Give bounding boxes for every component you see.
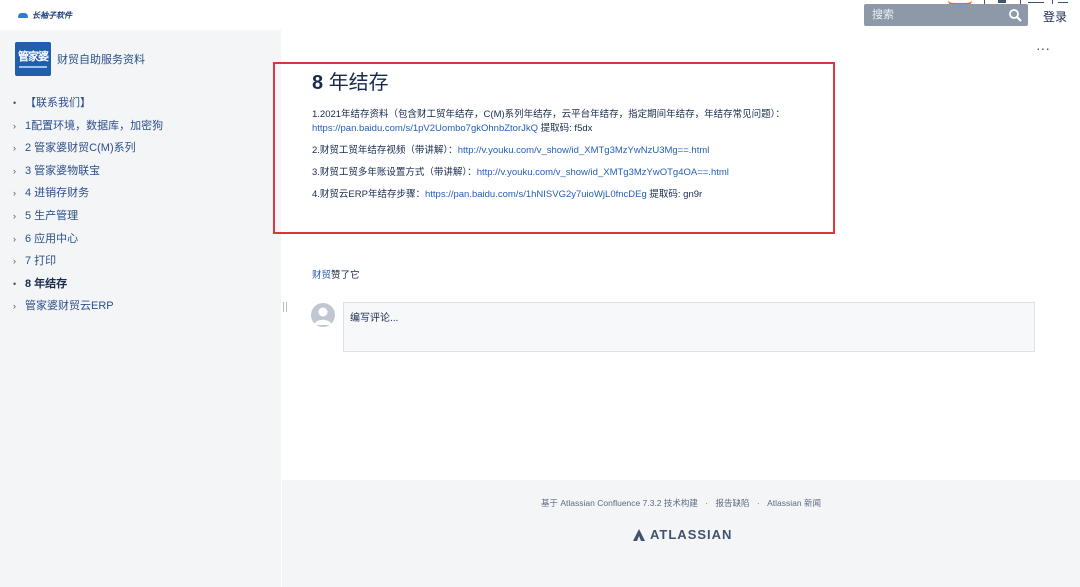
powered-by-link[interactable]: 基于 Atlassian Confluence 7.3.2 技术构建 bbox=[541, 498, 698, 508]
likes-text: 赞了它 bbox=[331, 270, 360, 281]
sidebar-item-label: 1配置环境，数据库，加密狗 bbox=[25, 119, 164, 132]
sidebar-item-production[interactable]: › 5 生产管理 bbox=[13, 205, 163, 228]
space-logo-underline bbox=[19, 65, 47, 68]
comment-input[interactable]: 编写评论... bbox=[343, 302, 1035, 352]
bullet-icon: • bbox=[13, 278, 17, 289]
brand-text: 长袖子软件 bbox=[32, 11, 72, 20]
content-link[interactable]: https://pan.baidu.com/s/1hNISVG2y7uioWjL… bbox=[425, 189, 647, 200]
content-link[interactable]: http://v.youku.com/v_show/id_XMTg3MzYwOT… bbox=[477, 167, 729, 178]
search-box[interactable] bbox=[864, 4, 1028, 26]
sidebar-item-label: 7 打印 bbox=[25, 255, 57, 268]
sidebar-item-iot[interactable]: › 3 管家婆物联宝 bbox=[13, 160, 163, 183]
chevron-right-icon[interactable]: › bbox=[13, 160, 25, 183]
sidebar-item-config[interactable]: › 1配置环境，数据库，加密狗 bbox=[13, 115, 163, 138]
sidebar-item-label: 6 应用中心 bbox=[25, 232, 79, 245]
chevron-right-icon[interactable]: › bbox=[13, 228, 25, 251]
sidebar-item-print[interactable]: › 7 打印 bbox=[13, 250, 163, 273]
footer-links: 基于 Atlassian Confluence 7.3.2 技术构建 · 报告缺… bbox=[282, 497, 1080, 509]
chevron-right-icon[interactable]: › bbox=[13, 182, 25, 205]
page-title-text: 年结存 bbox=[328, 72, 389, 94]
sidebar-item-label: 3 管家婆物联宝 bbox=[25, 164, 101, 177]
likes-user-link[interactable]: 财贸 bbox=[312, 270, 331, 281]
sidebar-item-inventory-finance[interactable]: › 4 进销存财务 bbox=[13, 182, 163, 205]
more-actions-button[interactable]: ··· bbox=[1036, 40, 1050, 56]
sidebar-item-cm-series[interactable]: › 2 管家婆财贸C(M)系列 bbox=[13, 137, 163, 160]
chevron-right-icon[interactable]: › bbox=[13, 295, 25, 318]
content-link[interactable]: http://v.youku.com/v_show/id_XMTg3MzYwNz… bbox=[458, 145, 710, 156]
content-paragraph: 2.财贸工贸年结存视频（带讲解）：http://v.youku.com/v_sh… bbox=[312, 145, 710, 156]
login-link[interactable]: 登录 bbox=[1043, 8, 1067, 25]
sidebar-item-label: 4 进销存财务 bbox=[25, 187, 90, 200]
chevron-right-icon[interactable]: › bbox=[13, 115, 25, 138]
sidebar-item-contact[interactable]: • 【联系我们】 bbox=[13, 92, 163, 115]
chevron-right-icon[interactable]: › bbox=[13, 137, 25, 160]
likes-line: 财贸赞了它 bbox=[312, 267, 360, 281]
search-input[interactable] bbox=[864, 4, 1004, 26]
sidebar-item-label: 5 生产管理 bbox=[25, 209, 79, 222]
chevron-right-icon[interactable]: › bbox=[13, 205, 25, 228]
footer: 基于 Atlassian Confluence 7.3.2 技术构建 · 报告缺… bbox=[282, 480, 1080, 587]
news-link[interactable]: Atlassian 新闻 bbox=[767, 498, 821, 508]
brand-mark-icon bbox=[18, 13, 28, 18]
content-paragraph: 4.财贸云ERP年结存步骤：https://pan.baidu.com/s/1h… bbox=[312, 189, 703, 200]
report-bug-link[interactable]: 报告缺陷 bbox=[715, 498, 749, 508]
page-tree: • 【联系我们】 › 1配置环境，数据库，加密狗 › 2 管家婆财贸C(M)系列 › 3… bbox=[13, 92, 163, 318]
atlassian-logo[interactable]: ATLASSIAN bbox=[633, 527, 732, 542]
content-paragraph: 3.财贸工贸多年账设置方式（带讲解）：http://v.youku.com/v_… bbox=[312, 167, 729, 178]
sidebar-item-label: 2 管家婆财贸C(M)系列 bbox=[25, 142, 136, 155]
space-logo-text: 管家婆 bbox=[18, 50, 49, 63]
content-paragraph: 1.2021年结存资料（包含财工贸年结存，C(M)系列年结存，云平台年结存，指定… bbox=[312, 109, 785, 134]
sidebar-item-year-end[interactable]: • 8 年结存 bbox=[13, 273, 163, 296]
space-logo[interactable]: 管家婆 bbox=[15, 42, 51, 76]
atlassian-wordmark: ATLASSIAN bbox=[650, 527, 733, 542]
page-title-number: 8 bbox=[312, 72, 324, 94]
sidebar-item-label: 8 年结存 bbox=[25, 277, 68, 290]
sidebar: 管家婆 财贸自助服务资料 • 【联系我们】 › 1配置环境，数据库，加密狗 › 2 管… bbox=[0, 30, 281, 587]
user-avatar-icon bbox=[314, 307, 332, 325]
footer-separator: · bbox=[705, 498, 709, 508]
brand-logo[interactable]: 长袖子软件 bbox=[18, 10, 72, 21]
sidebar-item-app-center[interactable]: › 6 应用中心 bbox=[13, 228, 163, 251]
space-header[interactable]: 管家婆 财贸自助服务资料 bbox=[15, 42, 145, 76]
chevron-right-icon[interactable]: › bbox=[13, 250, 25, 273]
top-bar: 长袖子软件 登录 bbox=[0, 0, 1080, 30]
page-content: 1.2021年结存资料（包含财工贸年结存，C(M)系列年结存，云平台年结存，指定… bbox=[312, 108, 817, 210]
content-link[interactable]: https://pan.baidu.com/s/1pV2Uombo7gkOhnb… bbox=[312, 123, 538, 134]
atlassian-logo-icon bbox=[633, 528, 645, 541]
sidebar-item-label: 管家婆财贸云ERP bbox=[25, 300, 114, 313]
avatar bbox=[311, 303, 335, 327]
footer-separator: · bbox=[756, 498, 760, 508]
sidebar-resize-handle[interactable] bbox=[283, 302, 287, 312]
space-name[interactable]: 财贸自助服务资料 bbox=[57, 51, 145, 67]
sidebar-item-cloud-erp[interactable]: › 管家婆财贸云ERP bbox=[13, 295, 163, 318]
bullet-icon: • bbox=[13, 98, 17, 108]
search-icon[interactable] bbox=[1008, 8, 1022, 22]
page-title: 8 年结存 bbox=[312, 66, 389, 95]
sidebar-item-label: 【联系我们】 bbox=[25, 97, 91, 109]
